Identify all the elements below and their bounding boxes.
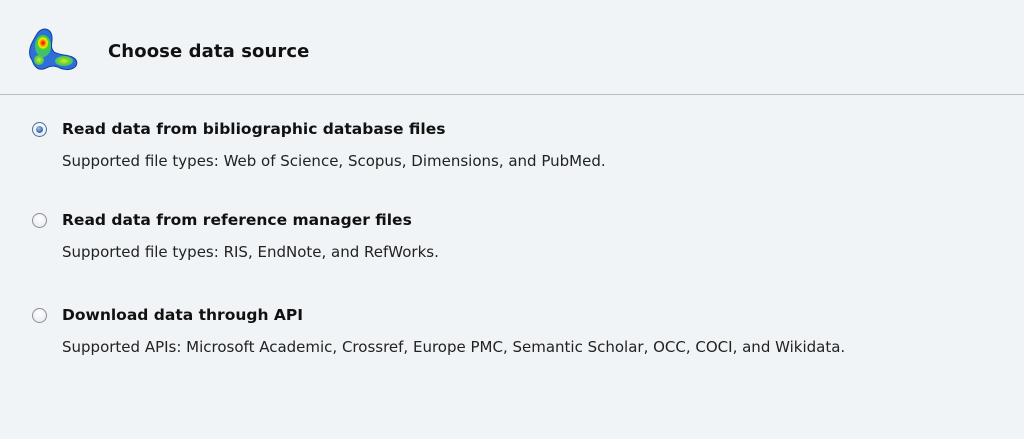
vosviewer-density-logo-icon	[22, 24, 82, 74]
option-label-download-api[interactable]: Download data through API	[62, 306, 303, 324]
radio-bibliographic-database[interactable]	[32, 122, 47, 137]
choose-data-source-panel: Choose data source Read data from biblio…	[0, 0, 1024, 439]
option-label-bibliographic-database[interactable]: Read data from bibliographic database fi…	[62, 120, 445, 138]
option-description-reference-manager: Supported file types: RIS, EndNote, and …	[62, 243, 439, 261]
dialog-header: Choose data source	[0, 0, 1024, 95]
page-title: Choose data source	[108, 41, 310, 62]
option-label-reference-manager[interactable]: Read data from reference manager files	[62, 211, 412, 229]
option-description-download-api: Supported APIs: Microsoft Academic, Cros…	[62, 338, 846, 356]
radio-reference-manager[interactable]	[32, 213, 47, 228]
radio-download-api[interactable]	[32, 308, 47, 323]
option-description-bibliographic-database: Supported file types: Web of Science, Sc…	[62, 152, 606, 170]
